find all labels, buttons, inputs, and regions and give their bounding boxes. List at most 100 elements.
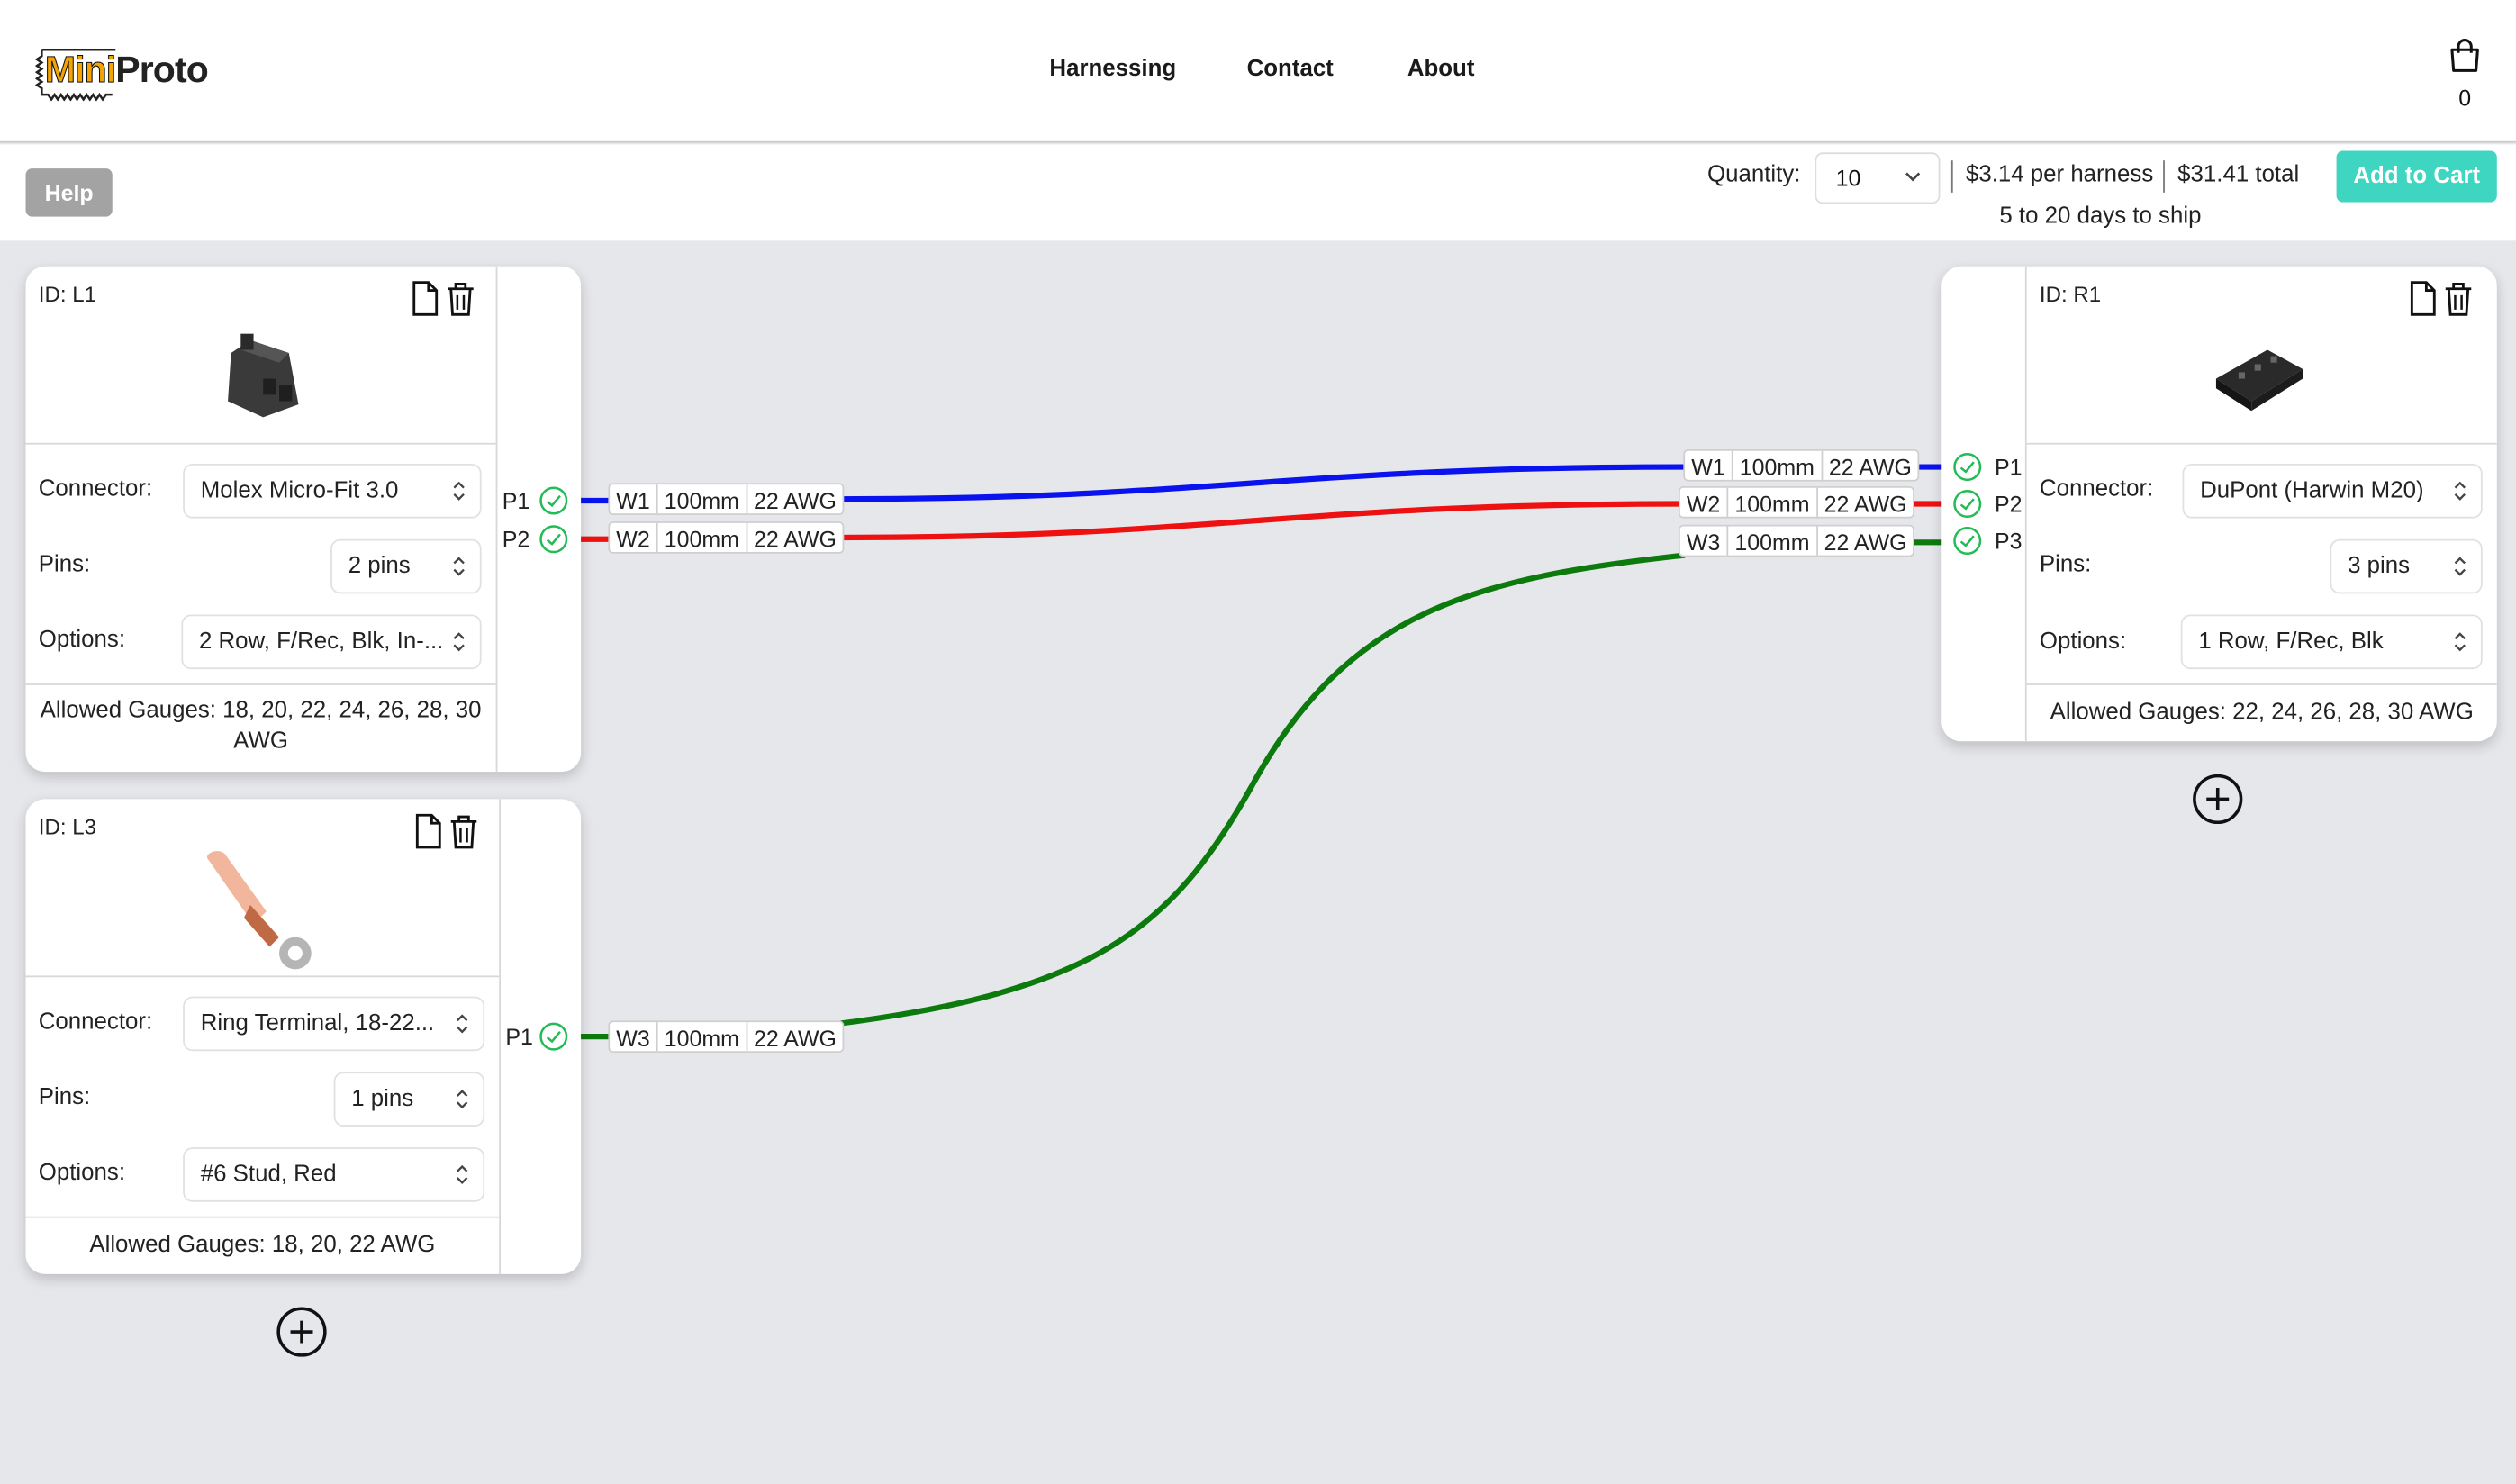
wire-id: W3 [610, 1022, 658, 1052]
check-circle-icon[interactable] [539, 1022, 568, 1051]
dupont-connector-image [2215, 349, 2303, 412]
port-column: P1 P2 P3 [1941, 266, 2027, 742]
trash-icon[interactable] [2444, 281, 2473, 316]
check-circle-icon[interactable] [1953, 453, 1982, 482]
connector-card-l3: ID: L3 Connector: Ring Terminal, 18-22..… [25, 799, 582, 1274]
connector-value: Molex Micro-Fit 3.0 [200, 478, 399, 504]
sort-arrows-icon [2454, 481, 2466, 501]
document-icon[interactable] [2409, 281, 2438, 316]
pins-label: Pins: [2039, 552, 2092, 578]
document-icon[interactable] [414, 813, 443, 849]
wire-tag-w1-left[interactable]: W1 100mm 22 AWG [608, 483, 845, 516]
wire-length: 100mm [658, 522, 747, 553]
wire-tag-w1-right[interactable]: W1 100mm 22 AWG [1683, 448, 1920, 482]
wire-w3-path[interactable] [574, 539, 1949, 1040]
wire-gauge: 22 AWG [1824, 491, 1907, 517]
pins-label: Pins: [38, 552, 91, 578]
options-select[interactable]: 1 Row, F/Rec, Blk [2180, 614, 2483, 670]
port-column: P1 P2 [497, 267, 581, 772]
check-circle-icon[interactable] [1953, 526, 1982, 556]
wire-tag-w3-right[interactable]: W3 100mm 22 AWG [1678, 524, 1915, 557]
trash-icon[interactable] [446, 281, 475, 316]
check-circle-icon[interactable] [539, 486, 568, 515]
allowed-gauges: Allowed Gauges: 18, 20, 22, 24, 26, 28, … [40, 698, 482, 755]
wire-length: 100mm [1728, 487, 1818, 517]
wire-id: W2 [1680, 487, 1729, 517]
wire-id: W1 [610, 484, 658, 514]
sort-arrows-icon [453, 632, 465, 652]
pins-value: 2 pins [348, 553, 411, 580]
pins-value: 3 pins [2348, 553, 2411, 580]
wire-gauge: 22 AWG [753, 1025, 837, 1052]
connector-card-l1: ID: L1 Connector: Molex Micro-Fit 3.0 Pi… [25, 266, 582, 773]
pins-value: 1 pins [351, 1086, 414, 1112]
wire-length: 100mm [658, 1022, 747, 1052]
app-root: MiniProto Harnessing Contact About 0 Hel… [0, 0, 2516, 1484]
pins-select[interactable]: 2 pins [330, 538, 482, 594]
wire-gauge: 22 AWG [753, 526, 837, 553]
allowed-gauges: Allowed Gauges: 22, 24, 26, 28, 30 AWG [2050, 699, 2474, 726]
molex-connector-image [228, 333, 299, 418]
check-circle-icon[interactable] [539, 525, 568, 554]
sort-arrows-icon [457, 1014, 468, 1034]
card-id: ID: R1 [2039, 282, 2102, 307]
options-value: 1 Row, F/Rec, Blk [2198, 629, 2384, 656]
connector-select[interactable]: Molex Micro-Fit 3.0 [183, 463, 482, 519]
divider [2026, 442, 2497, 445]
wire-length: 100mm [1728, 526, 1818, 556]
connector-select[interactable]: DuPont (Harwin M20) [2182, 463, 2483, 519]
wire-id: W2 [610, 522, 658, 553]
pin-label-p1: P1 [502, 487, 530, 514]
wire-gauge: 22 AWG [1828, 454, 1912, 480]
sort-arrows-icon [2454, 556, 2466, 576]
wire-id: W3 [1680, 526, 1729, 556]
connector-label: Connector: [38, 476, 153, 502]
add-right-connector-icon[interactable] [2192, 774, 2243, 825]
allowed-gauges: Allowed Gauges: 18, 20, 22 AWG [89, 1232, 436, 1259]
check-circle-icon[interactable] [1953, 490, 1982, 519]
sort-arrows-icon [457, 1164, 468, 1184]
sort-arrows-icon [457, 1090, 468, 1109]
wire-tag-w3-left[interactable]: W3 100mm 22 AWG [608, 1020, 845, 1053]
connector-card-r1: P1 P2 P3 ID: R1 Connector: DuPont (Harwi… [1941, 266, 2497, 742]
options-value: 2 Row, F/Rec, Blk, In-... [198, 629, 444, 656]
sort-arrows-icon [453, 481, 465, 501]
options-label: Options: [38, 627, 125, 654]
options-label: Options: [2039, 629, 2127, 656]
options-select[interactable]: #6 Stud, Red [183, 1147, 485, 1202]
options-value: #6 Stud, Red [200, 1162, 337, 1188]
connector-value: DuPont (Harwin M20) [2200, 478, 2424, 504]
trash-icon[interactable] [449, 813, 478, 849]
options-select[interactable]: 2 Row, F/Rec, Blk, In-... [181, 614, 482, 670]
pins-select[interactable]: 1 pins [333, 1072, 485, 1127]
connector-value: Ring Terminal, 18-22... [200, 1010, 435, 1037]
pin-label-p2: P2 [1995, 491, 2023, 517]
add-left-connector-icon[interactable] [276, 1307, 328, 1358]
pins-select[interactable]: 3 pins [2330, 538, 2483, 594]
connector-select[interactable]: Ring Terminal, 18-22... [183, 996, 485, 1052]
card-id: ID: L1 [38, 282, 96, 307]
divider [25, 1216, 500, 1218]
card-id: ID: L3 [38, 815, 96, 839]
divider [25, 442, 496, 445]
connector-label: Connector: [2039, 476, 2154, 502]
wire-id: W1 [1685, 450, 1733, 480]
ring-terminal-image [207, 851, 312, 970]
wire-length: 100mm [1733, 450, 1823, 480]
wire-tag-w2-left[interactable]: W2 100mm 22 AWG [608, 521, 845, 554]
wire-length: 100mm [658, 484, 747, 514]
sort-arrows-icon [2454, 632, 2466, 652]
wire-tag-w2-right[interactable]: W2 100mm 22 AWG [1678, 485, 1915, 519]
divider [2026, 683, 2497, 685]
options-label: Options: [38, 1160, 125, 1186]
connector-label: Connector: [38, 1009, 153, 1036]
port-column: P1 [501, 799, 581, 1273]
divider [25, 975, 500, 978]
pin-label-p2: P2 [502, 526, 530, 553]
divider [25, 683, 496, 685]
sort-arrows-icon [453, 556, 465, 576]
document-icon[interactable] [411, 281, 439, 316]
pin-label-p1: P1 [1995, 454, 2023, 480]
pin-label-p3: P3 [1995, 528, 2023, 554]
wire-gauge: 22 AWG [1824, 529, 1907, 556]
